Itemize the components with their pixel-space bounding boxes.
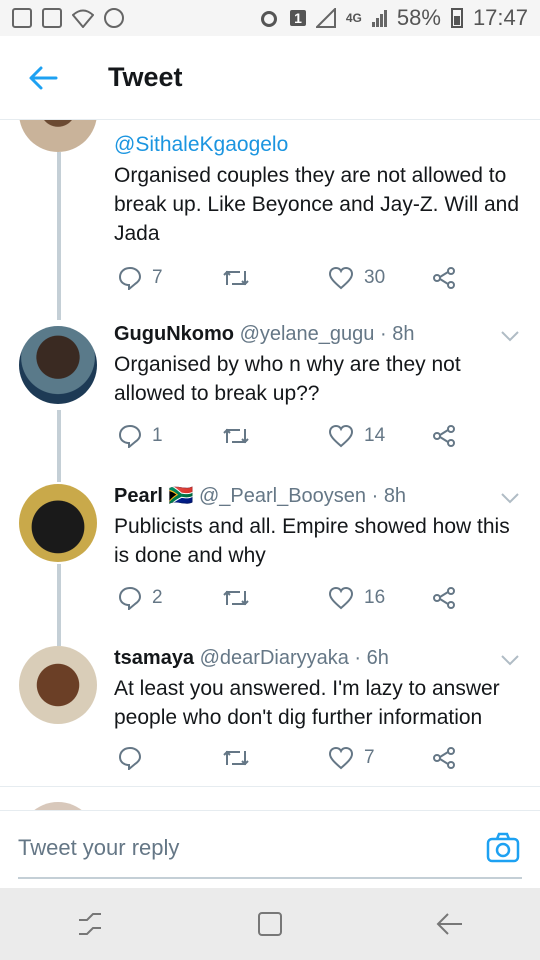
checkbox-icon xyxy=(12,8,32,28)
input-underline xyxy=(18,877,522,879)
retweet-icon xyxy=(223,428,249,444)
status-right: 1 4G 58% 17:47 xyxy=(258,5,528,31)
chevron-down-icon[interactable] xyxy=(500,650,520,670)
system-nav-bar xyxy=(0,888,540,960)
reply-icon xyxy=(118,266,142,290)
avatar[interactable] xyxy=(19,646,97,724)
reply-icon xyxy=(118,586,142,610)
retweet-button[interactable] xyxy=(222,425,328,447)
retweet-button[interactable] xyxy=(222,267,328,289)
reply-button[interactable]: 7 xyxy=(118,266,222,290)
like-count: 16 xyxy=(364,587,386,608)
retweet-icon xyxy=(223,270,249,286)
heart-icon xyxy=(328,746,354,770)
heart-icon xyxy=(328,424,354,448)
status-left xyxy=(12,8,124,28)
share-button[interactable] xyxy=(432,746,456,770)
tweet-item[interactable]: @SithaleKgaogelo Organised couples they … xyxy=(0,120,540,308)
author-name[interactable]: GuguNkomo xyxy=(114,323,234,345)
reply-button[interactable] xyxy=(118,746,222,770)
reply-icon xyxy=(118,424,142,448)
signal-bars-icon xyxy=(371,9,387,27)
like-button[interactable]: 7 xyxy=(328,746,432,770)
reply-count: 2 xyxy=(152,587,163,608)
divider xyxy=(0,786,540,787)
retweet-button[interactable] xyxy=(222,747,328,769)
author-handle[interactable]: @dearDiaryyaka · 6h xyxy=(200,647,389,669)
image-icon xyxy=(42,8,62,28)
battery-percent: 58% xyxy=(396,5,441,30)
author-handle[interactable]: @yelane_gugu · 8h xyxy=(240,323,415,345)
page-title: Tweet xyxy=(108,62,183,92)
reply-icon xyxy=(118,746,142,770)
retweet-icon xyxy=(223,590,249,606)
share-icon xyxy=(433,425,455,447)
share-button[interactable] xyxy=(432,586,456,610)
reply-count: 7 xyxy=(152,267,163,288)
recent-apps-button[interactable] xyxy=(70,904,110,944)
back-button[interactable] xyxy=(22,57,64,99)
system-back-button[interactable] xyxy=(430,904,470,944)
tweet-header: GuguNkomo @yelane_gugu · 8h xyxy=(114,320,520,348)
like-count: 14 xyxy=(364,425,386,446)
share-icon xyxy=(433,747,455,769)
alarm-icon xyxy=(261,11,278,27)
author-name[interactable]: tsamaya xyxy=(114,647,194,669)
avatar[interactable] xyxy=(19,120,97,152)
tweet-item[interactable]: GuguNkomo @yelane_gugu · 8h Organised by… xyxy=(0,320,540,480)
share-icon xyxy=(433,587,455,609)
back-arrow-icon xyxy=(29,66,58,89)
author-handle[interactable]: @_Pearl_Booysen · 8h xyxy=(199,485,406,507)
share-button[interactable] xyxy=(432,424,456,448)
reply-input[interactable]: Tweet your reply xyxy=(18,835,179,861)
clock: 17:47 xyxy=(472,5,528,30)
reply-button[interactable]: 2 xyxy=(118,586,222,610)
tweet-header: tsamaya @dearDiaryyaka · 6h xyxy=(114,644,520,672)
reply-feed[interactable]: @SithaleKgaogelo Organised couples they … xyxy=(0,120,540,810)
avatar[interactable] xyxy=(19,326,97,404)
avatar[interactable] xyxy=(19,484,97,562)
reply-composer: Tweet your reply xyxy=(0,810,540,888)
retweet-button[interactable] xyxy=(222,587,328,609)
reply-button[interactable]: 1 xyxy=(118,424,222,448)
tweet-text: Organised by who n why are they not allo… xyxy=(114,353,461,405)
avatar[interactable] xyxy=(19,802,97,810)
battery-icon xyxy=(450,8,463,28)
target-icon xyxy=(104,8,124,28)
like-button[interactable]: 14 xyxy=(328,424,432,448)
tweet-header: Pearl 🇿🇦 @_Pearl_Booysen · 8h xyxy=(114,482,520,510)
reply-to-handle[interactable]: @SithaleKgaogelo xyxy=(114,130,520,159)
home-icon xyxy=(258,912,282,936)
sim-badge: 1 xyxy=(290,10,306,26)
recent-apps-icon xyxy=(79,913,101,935)
like-button[interactable]: 30 xyxy=(328,266,432,290)
home-button[interactable] xyxy=(250,904,290,944)
chevron-down-icon[interactable] xyxy=(500,326,520,346)
back-icon xyxy=(436,913,462,935)
tweet-text: Publicists and all. Empire showed how th… xyxy=(114,515,510,567)
tweet-text: At least you answered. I'm lazy to answe… xyxy=(114,677,500,729)
like-count: 7 xyxy=(364,747,375,768)
signal-icon xyxy=(315,8,336,28)
camera-icon[interactable] xyxy=(486,831,520,865)
author-name[interactable]: Pearl xyxy=(114,485,163,507)
retweet-icon xyxy=(223,750,249,766)
flag-emoji: 🇿🇦 xyxy=(168,485,194,507)
heart-icon xyxy=(328,266,354,290)
network-label: 4G xyxy=(345,11,362,25)
wifi-icon xyxy=(72,9,94,28)
status-bar: 1 4G 58% 17:47 xyxy=(0,0,540,36)
share-button[interactable] xyxy=(432,266,456,290)
like-button[interactable]: 16 xyxy=(328,586,432,610)
tweet-text: Organised couples they are not allowed t… xyxy=(114,164,520,245)
reply-count: 1 xyxy=(152,425,163,446)
like-count: 30 xyxy=(364,267,386,288)
tweet-item[interactable]: Pearl 🇿🇦 @_Pearl_Booysen · 8h Publicists… xyxy=(0,482,540,642)
tweet-item[interactable]: tsamaya @dearDiaryyaka · 6h At least you… xyxy=(0,644,540,784)
share-icon xyxy=(433,267,455,289)
app-bar: Tweet xyxy=(0,36,540,120)
heart-icon xyxy=(328,586,354,610)
chevron-down-icon[interactable] xyxy=(500,488,520,508)
